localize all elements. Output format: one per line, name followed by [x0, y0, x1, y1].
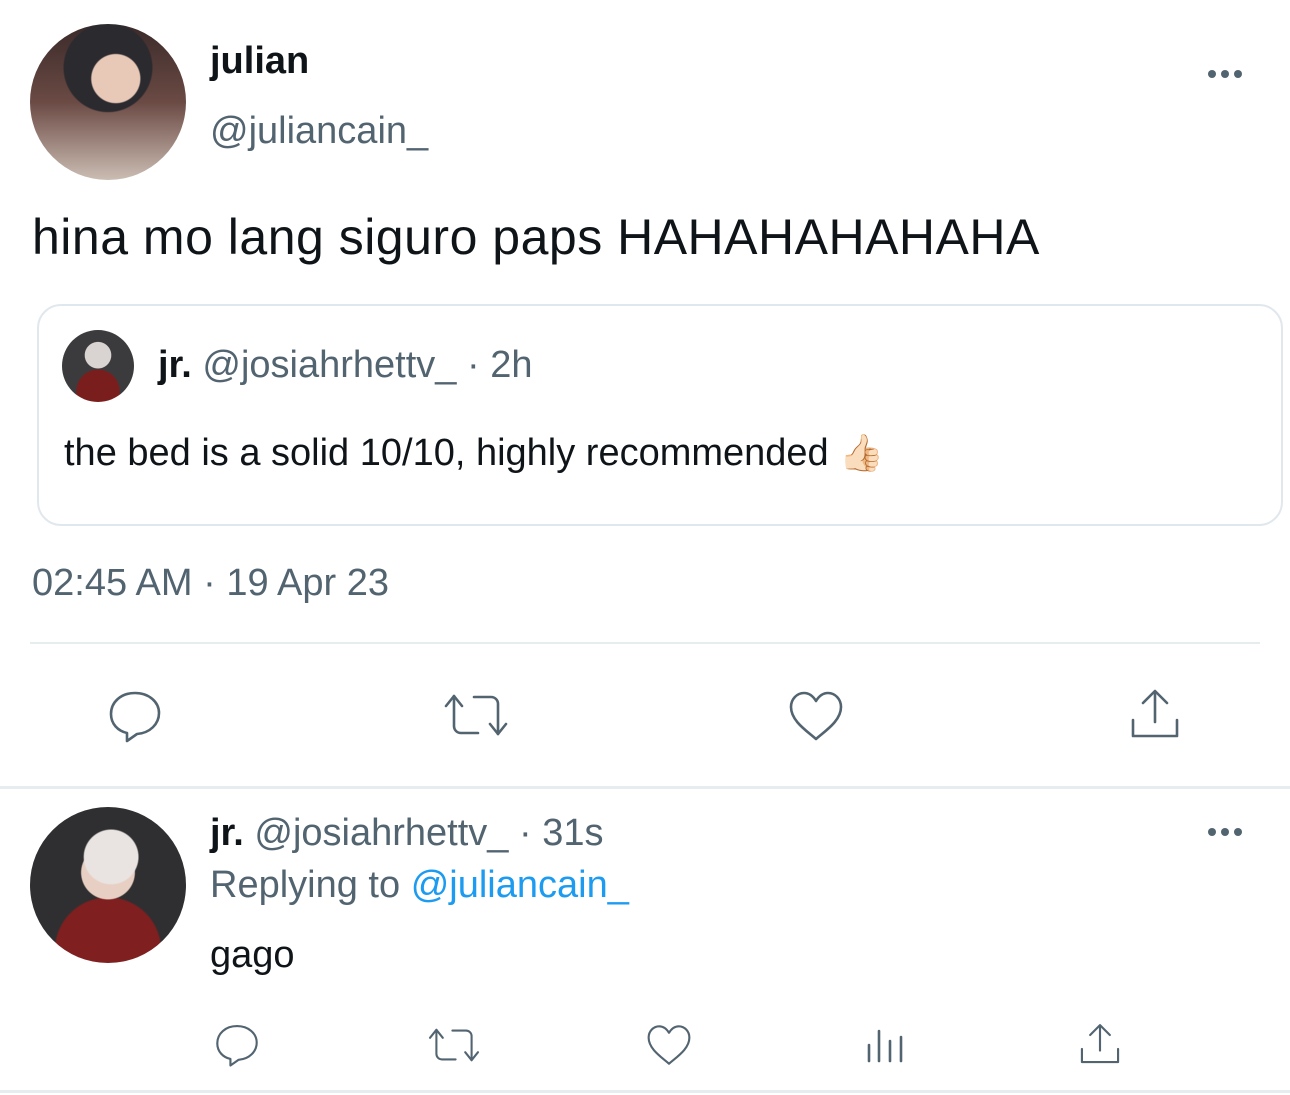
reply-time[interactable]: · 31s — [519, 812, 603, 854]
quoted-display-name: jr. — [158, 344, 192, 386]
author-display-name[interactable]: julian — [210, 40, 309, 83]
retweet-icon — [428, 1028, 480, 1062]
quoted-time: · 2h — [466, 344, 533, 386]
reply-button[interactable] — [104, 686, 166, 746]
more-options-icon[interactable] — [1208, 70, 1242, 78]
divider — [0, 1090, 1290, 1093]
reply-author-avatar[interactable] — [30, 807, 186, 963]
retweet-button[interactable] — [440, 690, 512, 740]
replying-to-handle[interactable]: @juliancain_ — [411, 864, 629, 906]
author-handle[interactable]: @juliancain_ — [210, 110, 428, 153]
analytics-button[interactable] — [862, 1022, 908, 1066]
author-avatar[interactable] — [30, 24, 186, 180]
reply-reply-button[interactable] — [212, 1020, 262, 1070]
quoted-text: the bed is a solid 10/10, highly recomme… — [64, 432, 829, 474]
reply-text: gago — [210, 934, 295, 976]
reply-icon — [109, 691, 161, 743]
quoted-tweet-header: jr. @josiahrhettv_ · 2h — [158, 344, 532, 387]
reply-icon — [216, 1025, 258, 1067]
quoted-handle: @josiahrhettv_ — [202, 344, 457, 386]
reply-share-button[interactable] — [1076, 1020, 1124, 1068]
reply-more-options-icon[interactable] — [1208, 828, 1242, 836]
reply-display-name[interactable]: jr. — [210, 812, 244, 854]
quoted-tweet[interactable] — [37, 304, 1283, 526]
reply-handle[interactable]: @josiahrhettv_ — [254, 812, 508, 854]
retweet-icon — [444, 694, 508, 736]
like-icon — [647, 1025, 691, 1065]
thumbs-up-emoji: 👍🏻 — [839, 432, 885, 473]
share-button[interactable] — [1124, 684, 1186, 744]
like-icon — [789, 691, 843, 741]
reply-tweet-header: jr. @josiahrhettv_ · 31s — [210, 812, 603, 855]
quoted-author-avatar — [62, 330, 134, 402]
reply-like-button[interactable] — [644, 1020, 694, 1070]
replying-to: Replying to @juliancain_ — [210, 864, 629, 907]
analytics-icon — [867, 1029, 903, 1063]
divider — [0, 786, 1290, 789]
quoted-tweet-body: the bed is a solid 10/10, highly recomme… — [64, 432, 884, 475]
reply-retweet-button[interactable] — [424, 1024, 484, 1066]
replying-to-label: Replying to — [210, 864, 401, 906]
share-icon — [1131, 689, 1179, 738]
share-icon — [1080, 1024, 1120, 1064]
tweet-timestamp[interactable]: 02:45 AM · 19 Apr 23 — [32, 562, 389, 605]
tweet-text: hina mo lang siguro paps HAHAHAHAHAHA — [32, 209, 1040, 265]
like-button[interactable] — [786, 686, 846, 746]
divider — [30, 642, 1260, 644]
